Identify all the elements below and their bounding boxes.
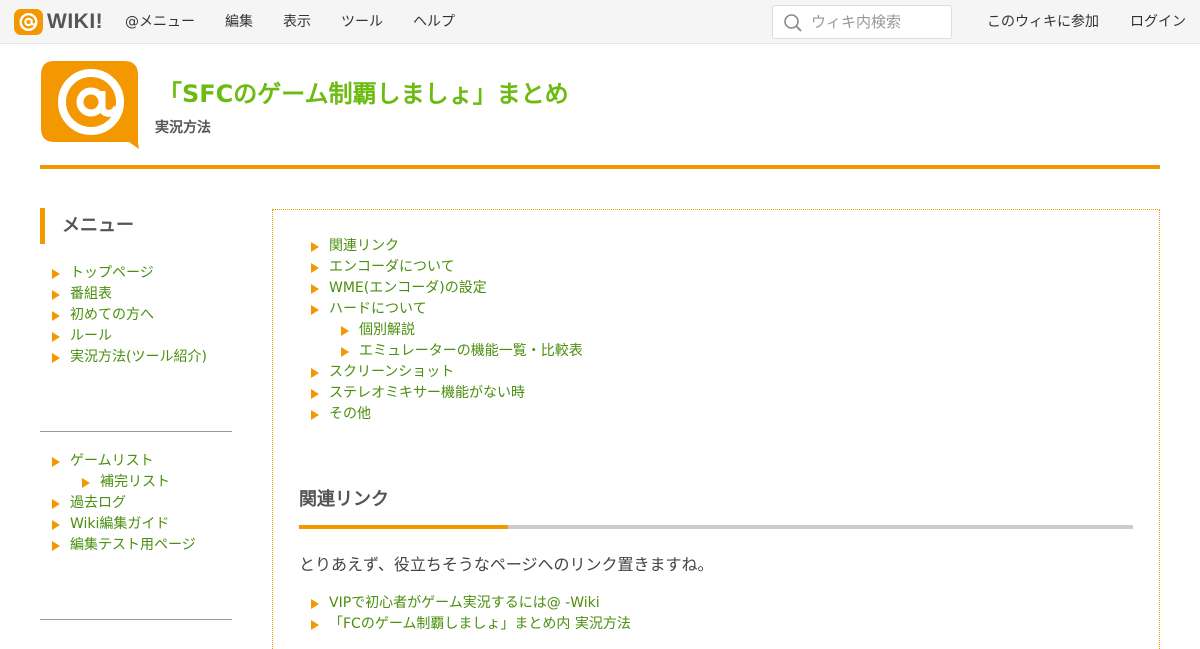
sidebar-item-schedule[interactable]: 番組表 — [52, 284, 207, 305]
toc-item[interactable]: スクリーンショット — [311, 362, 583, 383]
toc-item[interactable]: ハードについて — [311, 299, 583, 320]
triangle-bullet-icon — [311, 367, 319, 378]
triangle-bullet-icon — [311, 409, 319, 420]
atwiki-logo[interactable]: WIKI! — [14, 9, 103, 35]
header-divider — [40, 165, 1160, 169]
sidebar-heading: メニュー — [40, 208, 134, 244]
sidebar-item-streaming[interactable]: 実況方法(ツール紹介) — [52, 347, 207, 368]
search-icon[interactable] — [783, 13, 803, 33]
triangle-bullet-icon — [311, 388, 319, 399]
related-link[interactable]: VIPで初心者がゲーム実況するには@ -Wiki — [311, 593, 631, 614]
triangle-bullet-icon — [311, 598, 319, 609]
sidebar-menu-list: トップページ 番組表 初めての方へ ルール 実況方法(ツール紹介) — [52, 263, 207, 368]
top-bar: WIKI! @メニュー 編集 表示 ツール ヘルプ このウィキに参加 ログイン — [0, 0, 1200, 44]
toc-item[interactable]: その他 — [311, 404, 583, 425]
section-paragraph: とりあえず、役立ちそうなページへのリンク置きますね。 — [299, 555, 714, 574]
sidebar-item-past-logs[interactable]: 過去ログ — [52, 493, 196, 514]
triangle-bullet-icon — [52, 498, 60, 509]
toc-subitem[interactable]: エミュレーターの機能一覧・比較表 — [311, 341, 583, 362]
toc-item[interactable]: ステレオミキサー機能がない時 — [311, 383, 583, 404]
sidebar-item-game-list[interactable]: ゲームリスト — [52, 451, 196, 472]
triangle-bullet-icon — [52, 331, 60, 342]
related-link[interactable]: 「FCのゲーム制覇しましょ」まとめ内 実況方法 — [311, 614, 631, 635]
nav-tools[interactable]: ツール — [341, 0, 383, 44]
nav-view[interactable]: 表示 — [283, 0, 311, 44]
sidebar-item-top[interactable]: トップページ — [52, 263, 207, 284]
site-logo-icon[interactable] — [40, 60, 140, 150]
sidebar-divider — [40, 619, 232, 620]
triangle-bullet-icon — [52, 310, 60, 321]
triangle-bullet-icon — [52, 268, 60, 279]
join-wiki-link[interactable]: このウィキに参加 — [987, 0, 1099, 44]
triangle-bullet-icon — [52, 352, 60, 363]
sidebar-item-edit-test[interactable]: 編集テスト用ページ — [52, 535, 196, 556]
toc-subitem[interactable]: 個別解説 — [311, 320, 583, 341]
sidebar-item-rules[interactable]: ルール — [52, 326, 207, 347]
page-subtitle: 実況方法 — [155, 120, 211, 136]
search-box — [772, 5, 952, 39]
sidebar-item-beginners[interactable]: 初めての方へ — [52, 305, 207, 326]
related-links-list: VIPで初心者がゲーム実況するには@ -Wiki 「FCのゲーム制覇しましょ」ま… — [311, 593, 631, 635]
search-input[interactable] — [811, 7, 947, 37]
main-content: 関連リンク エンコーダについて WME(エンコーダ)の設定 ハードについて 個別… — [272, 209, 1160, 649]
section-heading-underline — [299, 525, 1133, 529]
at-icon — [14, 9, 43, 35]
triangle-bullet-icon — [311, 304, 319, 315]
triangle-bullet-icon — [52, 540, 60, 551]
triangle-bullet-icon — [311, 283, 319, 294]
toc-item[interactable]: WME(エンコーダ)の設定 — [311, 278, 583, 299]
triangle-bullet-icon — [82, 477, 90, 488]
sidebar-divider — [40, 431, 232, 432]
section-underline-accent — [299, 525, 508, 529]
logo-text: WIKI! — [47, 10, 104, 33]
triangle-bullet-icon — [52, 289, 60, 300]
nav-edit[interactable]: 編集 — [225, 0, 253, 44]
triangle-bullet-icon — [52, 519, 60, 530]
table-of-contents: 関連リンク エンコーダについて WME(エンコーダ)の設定 ハードについて 個別… — [311, 236, 583, 425]
toc-item[interactable]: 関連リンク — [311, 236, 583, 257]
page-title[interactable]: 「SFCのゲーム制覇しましょ」まとめ — [158, 74, 569, 109]
login-link[interactable]: ログイン — [1130, 0, 1186, 44]
triangle-bullet-icon — [311, 241, 319, 252]
toc-item[interactable]: エンコーダについて — [311, 257, 583, 278]
sidebar-menu-list-2: ゲームリスト 補完リスト 過去ログ Wiki編集ガイド 編集テスト用ページ — [52, 451, 196, 556]
sidebar-item-edit-guide[interactable]: Wiki編集ガイド — [52, 514, 196, 535]
triangle-bullet-icon — [341, 325, 349, 336]
triangle-bullet-icon — [311, 619, 319, 630]
triangle-bullet-icon — [311, 262, 319, 273]
nav-menu[interactable]: @メニュー — [125, 0, 195, 44]
nav-help[interactable]: ヘルプ — [413, 0, 455, 44]
triangle-bullet-icon — [341, 346, 349, 357]
triangle-bullet-icon — [52, 456, 60, 467]
section-heading: 関連リンク — [299, 489, 389, 510]
sidebar-item-supplement-list[interactable]: 補完リスト — [52, 472, 196, 493]
